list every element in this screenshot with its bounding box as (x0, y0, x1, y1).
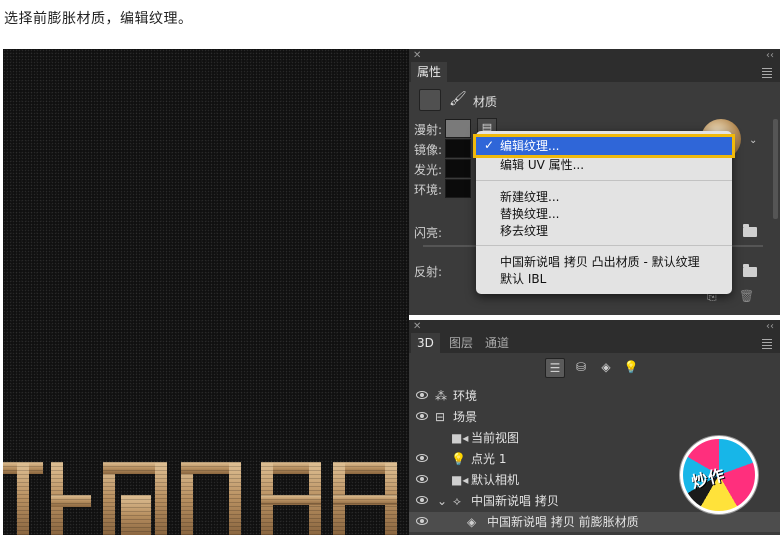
chevron-down-icon[interactable]: ⌄ (437, 491, 447, 511)
eye-icon[interactable] (416, 391, 428, 399)
ambient-swatch[interactable] (445, 179, 471, 198)
collapse-icon[interactable]: ‹‹ (766, 321, 774, 332)
close-icon[interactable]: ✕ (413, 50, 421, 61)
3d-tabbar: ✕ ‹‹ 3D 图层 通道 (409, 320, 780, 353)
watermark-sticker: 炒作 (680, 436, 758, 514)
filter-mesh-icon[interactable]: ⛁ (572, 358, 590, 376)
menu-item-replace-texture[interactable]: 替换纹理... (500, 206, 559, 222)
filter-light-icon[interactable]: 💡 (622, 358, 640, 376)
menu-item-edit-uv[interactable]: 编辑 UV 属性... (500, 157, 584, 173)
specular-label: 镜像: (414, 143, 443, 157)
scene-icon: ⊟ (435, 410, 446, 424)
camera-icon: ■◂ (451, 473, 469, 487)
menu-item-edit-texture[interactable]: ✓ 编辑纹理... (476, 137, 732, 155)
panel-scrollbar[interactable] (773, 119, 778, 219)
eye-icon[interactable] (416, 412, 428, 420)
filter-scene-icon[interactable]: ☰ (545, 358, 565, 378)
menu-item-default-texture[interactable]: 中国新说唱 拷贝 凸出材质 - 默认纹理 (500, 254, 700, 270)
eye-icon[interactable] (416, 517, 428, 525)
trash-icon[interactable]: 🗑 (739, 289, 754, 303)
camera-icon: ■◂ (451, 431, 469, 445)
tab-layers[interactable]: 图层 (443, 333, 479, 353)
texture-context-menu: ✓ 编辑纹理... 编辑 UV 属性... 新建纹理... 替换纹理... 移去… (476, 131, 732, 294)
caption-text: 选择前膨胀材质，编辑纹理。 (4, 11, 193, 27)
tab-3d[interactable]: 3D (411, 333, 440, 353)
section-title: 材质 (473, 95, 498, 109)
filter-material-icon[interactable]: ◈ (597, 358, 615, 376)
menu-item-default-ibl[interactable]: 默认 IBL (500, 271, 546, 287)
menu-item-new-texture[interactable]: 新建纹理... (500, 189, 559, 205)
mesh-icon: ⟡ (453, 494, 461, 508)
layer-row-scene[interactable]: ⊟ 场景 (409, 407, 780, 427)
layer-row-material-selected[interactable]: ◈ 中国新说唱 拷贝 前膨胀材质 (409, 512, 780, 532)
menu-item-remove-texture[interactable]: 移去纹理 (500, 223, 548, 239)
light-icon: 💡 (451, 452, 466, 466)
eye-icon[interactable] (416, 454, 428, 462)
environment-icon: ⁂ (435, 389, 447, 403)
tab-channels[interactable]: 通道 (479, 333, 515, 353)
checkmark-icon: ✓ (484, 138, 495, 152)
reflection-folder-icon[interactable] (743, 264, 757, 277)
menu-separator (476, 180, 732, 181)
close-icon[interactable]: ✕ (413, 321, 421, 332)
specular-swatch[interactable] (445, 139, 471, 158)
panel-menu-icon[interactable] (762, 66, 772, 80)
brush-icon[interactable]: 🖌 (449, 91, 467, 107)
layer-row-environment[interactable]: ⁂ 环境 (409, 386, 780, 406)
shine-folder-icon[interactable] (743, 224, 757, 237)
properties-tabbar: ✕ ‹‹ 属性 (409, 49, 780, 82)
tab-properties[interactable]: 属性 (411, 62, 448, 82)
eye-icon[interactable] (416, 496, 428, 504)
eye-icon[interactable] (416, 475, 428, 483)
material-mode-icon[interactable] (419, 89, 441, 111)
diffuse-swatch[interactable] (445, 119, 471, 138)
shine-label: 闪亮: (414, 226, 443, 240)
ambient-label: 环境: (414, 183, 443, 197)
menu-separator (476, 245, 732, 246)
diffuse-label: 漫射: (414, 123, 443, 137)
glow-label: 发光: (414, 163, 443, 177)
panel-menu-icon[interactable] (762, 337, 772, 351)
reflection-label: 反射: (414, 265, 443, 279)
collapse-icon[interactable]: ‹‹ (766, 50, 774, 61)
material-icon: ◈ (467, 515, 477, 529)
document-canvas[interactable]: 说唱 (3, 49, 409, 535)
glow-swatch[interactable] (445, 159, 471, 178)
chevron-down-icon[interactable]: ⌄ (749, 135, 757, 146)
